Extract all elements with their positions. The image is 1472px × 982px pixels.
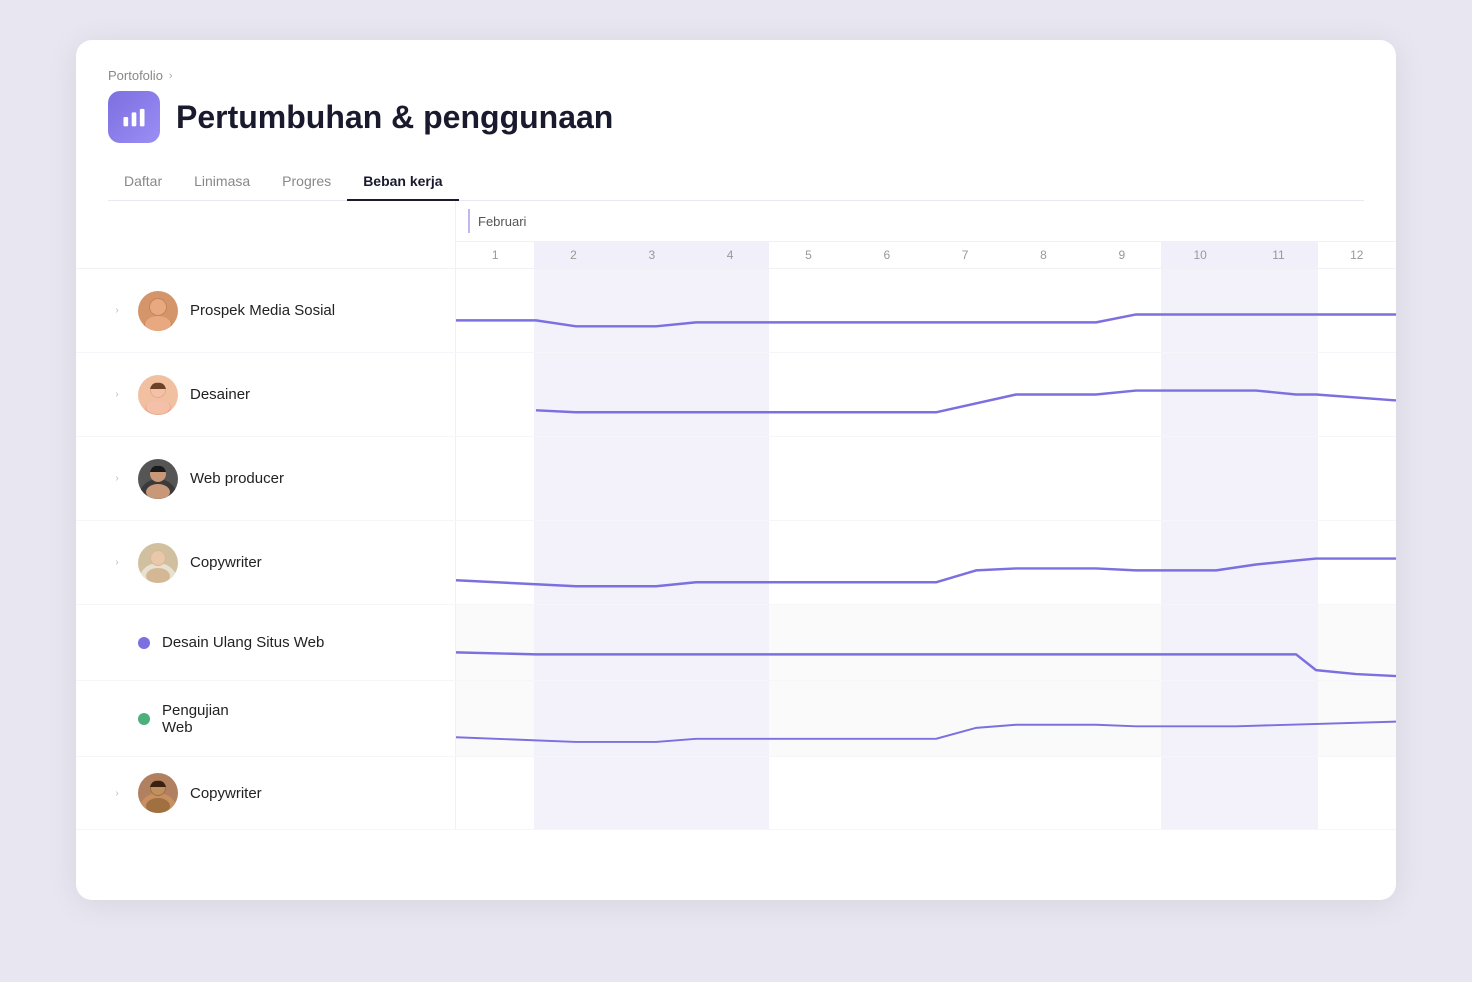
day-4: 4 xyxy=(691,242,769,268)
chart-svg-1 xyxy=(456,269,1396,352)
expand-chevron[interactable]: › xyxy=(108,302,126,320)
table-row: › Pengujian Web xyxy=(76,681,1396,757)
row-label-webproducer: › Web producer xyxy=(76,437,456,520)
tab-progres[interactable]: Progres xyxy=(266,163,347,201)
avatar xyxy=(138,773,178,813)
expand-chevron[interactable]: › xyxy=(108,784,126,802)
row-label-desainulang: › Desain Ulang Situs Web xyxy=(76,605,456,680)
row-label-desainer: › Desainer xyxy=(76,353,456,436)
row-name-copywriter1: Copywriter xyxy=(190,554,262,571)
row-label-prospek: › Prospek Media Sosial xyxy=(76,269,456,352)
avatar xyxy=(138,543,178,583)
day-8: 8 xyxy=(1004,242,1082,268)
row-name-desainulang: Desain Ulang Situs Web xyxy=(162,634,324,651)
breadcrumb-chevron: › xyxy=(169,70,173,82)
month-label: Februari xyxy=(478,214,526,229)
row-name-pengujian: Pengujian Web xyxy=(162,702,229,736)
day-11: 11 xyxy=(1239,242,1317,268)
avatar xyxy=(138,375,178,415)
row-label-pengujian: › Pengujian Web xyxy=(76,681,456,756)
gantt-timeline-header: Februari 1 2 3 4 5 6 7 8 9 10 11 xyxy=(456,201,1396,268)
breadcrumb: Portofolio › xyxy=(108,68,1364,83)
tab-beban-kerja[interactable]: Beban kerja xyxy=(347,163,458,201)
day-5: 5 xyxy=(769,242,847,268)
row-name-webproducer: Web producer xyxy=(190,470,284,487)
row-chart-copywriter1 xyxy=(456,521,1396,604)
day-7: 7 xyxy=(926,242,1004,268)
expand-chevron[interactable]: › xyxy=(108,386,126,404)
row-chart-webproducer xyxy=(456,437,1396,520)
row-name-desainer: Desainer xyxy=(190,386,250,403)
folder-icon xyxy=(108,91,160,143)
month-indicator: Februari xyxy=(456,205,526,237)
table-row: › Web producer xyxy=(76,437,1396,521)
tabs-bar: Daftar Linimasa Progres Beban kerja xyxy=(108,163,1364,201)
chart-svg-4 xyxy=(456,521,1396,604)
table-row: › Desainer xyxy=(76,353,1396,437)
avatar xyxy=(138,291,178,331)
day-10: 10 xyxy=(1161,242,1239,268)
page-title: Pertumbuhan & penggunaan xyxy=(176,99,613,136)
project-dot xyxy=(138,713,150,725)
days-row: 1 2 3 4 5 6 7 8 9 10 11 12 xyxy=(456,242,1396,268)
gantt-wrapper: Februari 1 2 3 4 5 6 7 8 9 10 11 xyxy=(76,201,1396,830)
main-window: Portofolio › Pertumbuhan & penggunaan Da… xyxy=(76,40,1396,900)
day-12: 12 xyxy=(1318,242,1396,268)
gantt-header: Februari 1 2 3 4 5 6 7 8 9 10 11 xyxy=(76,201,1396,269)
day-1: 1 xyxy=(456,242,534,268)
expand-chevron[interactable]: › xyxy=(108,470,126,488)
gantt-label-col-header xyxy=(76,201,456,268)
row-chart-desainer xyxy=(456,353,1396,436)
table-row: › Prospek Media Sosial xyxy=(76,269,1396,353)
table-row: › Copywriter xyxy=(76,757,1396,830)
tab-daftar[interactable]: Daftar xyxy=(108,163,178,201)
day-3: 3 xyxy=(613,242,691,268)
project-dot xyxy=(138,637,150,649)
row-chart-desainulang xyxy=(456,605,1396,680)
month-line xyxy=(468,209,470,233)
row-chart-prospek xyxy=(456,269,1396,352)
day-2: 2 xyxy=(534,242,612,268)
table-row: › Copywriter xyxy=(76,521,1396,605)
chart-svg-5 xyxy=(456,605,1396,680)
table-row: › Desain Ulang Situs Web xyxy=(76,605,1396,681)
breadcrumb-text[interactable]: Portofolio xyxy=(108,68,163,83)
row-name-copywriter2: Copywriter xyxy=(190,785,262,802)
day-6: 6 xyxy=(848,242,926,268)
bar-chart-icon xyxy=(120,103,148,131)
avatar xyxy=(138,459,178,499)
expand-chevron[interactable]: › xyxy=(108,554,126,572)
row-chart-copywriter2 xyxy=(456,757,1396,829)
day-9: 9 xyxy=(1083,242,1161,268)
chart-svg-6 xyxy=(456,681,1396,756)
row-label-copywriter1: › Copywriter xyxy=(76,521,456,604)
chart-svg-2 xyxy=(456,353,1396,436)
gantt-rows: › Prospek Media Sosial xyxy=(76,269,1396,830)
title-row: Pertumbuhan & penggunaan xyxy=(108,91,1364,143)
month-row: Februari xyxy=(456,201,1396,242)
row-label-copywriter2: › Copywriter xyxy=(76,757,456,829)
header: Portofolio › Pertumbuhan & penggunaan Da… xyxy=(76,40,1396,201)
row-chart-pengujian xyxy=(456,681,1396,756)
row-name-prospek: Prospek Media Sosial xyxy=(190,302,335,319)
tab-linimasa[interactable]: Linimasa xyxy=(178,163,266,201)
main-content: Februari 1 2 3 4 5 6 7 8 9 10 11 xyxy=(76,201,1396,830)
